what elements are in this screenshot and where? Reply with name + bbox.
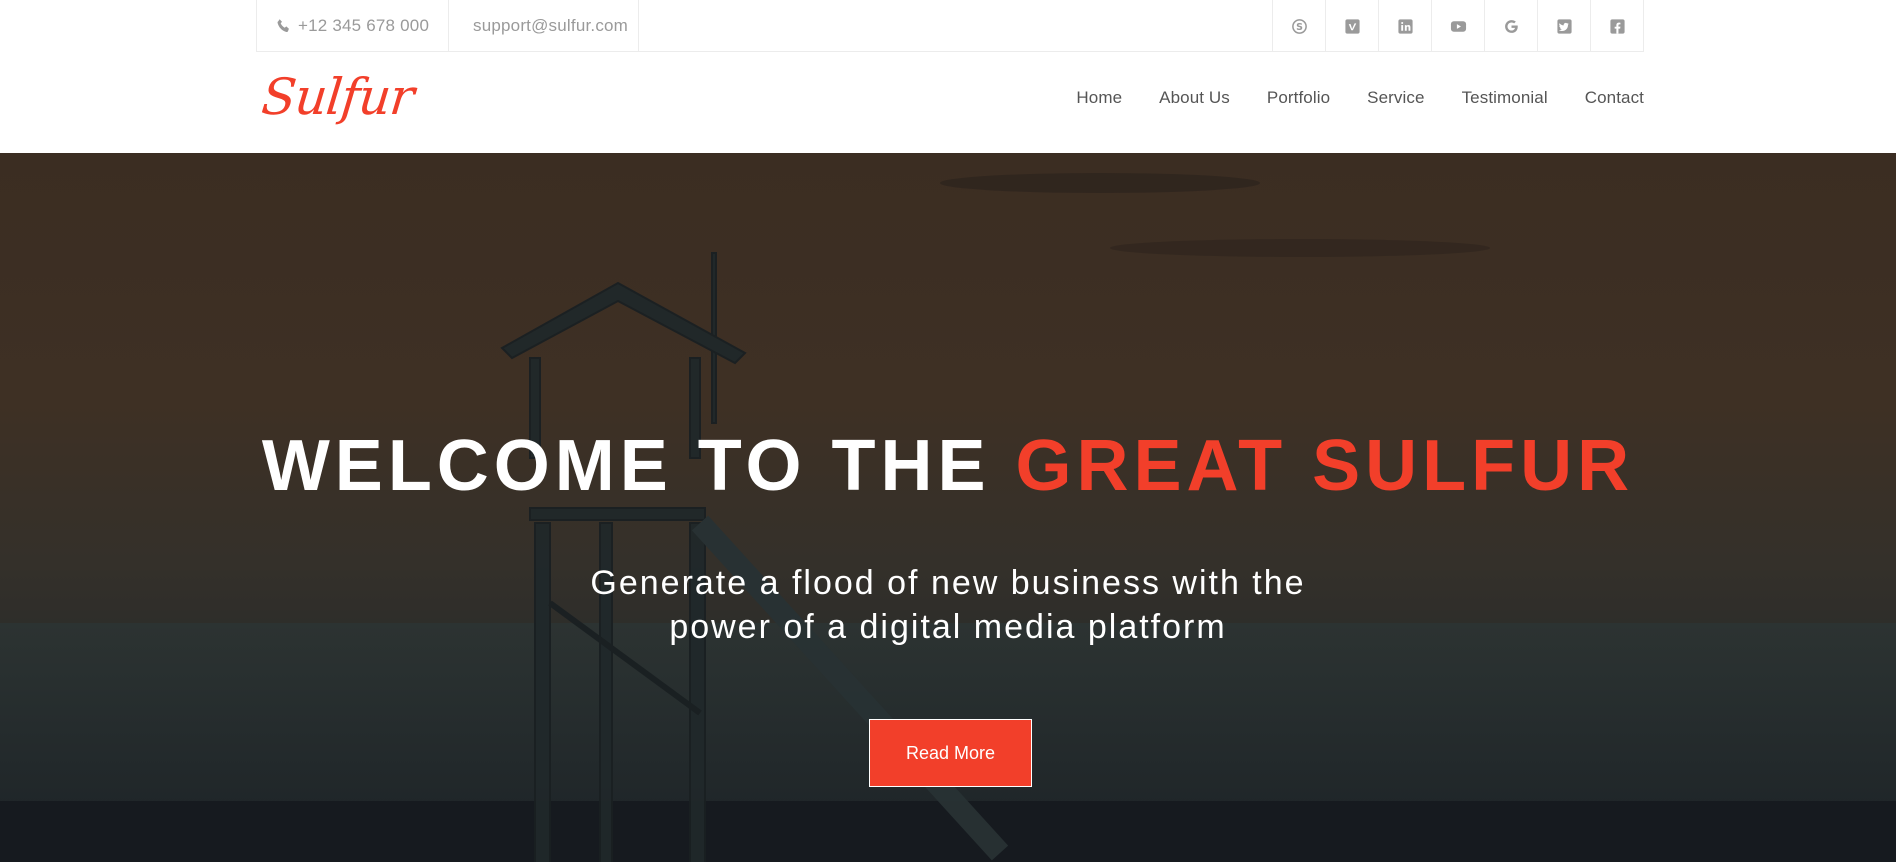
social-twitter[interactable] [1537, 0, 1590, 52]
skype-icon: S [1291, 18, 1307, 34]
social-facebook[interactable] [1590, 0, 1643, 52]
phone-number: +12 345 678 000 [298, 16, 430, 35]
social-vimeo[interactable] [1325, 0, 1378, 52]
youtube-icon [1450, 20, 1466, 32]
twitter-icon [1556, 18, 1572, 34]
nav-item-home[interactable]: Home [1076, 88, 1122, 108]
email-contact[interactable]: support@sulfur.com [449, 0, 639, 52]
social-youtube[interactable] [1431, 0, 1484, 52]
social-linkedin[interactable] [1378, 0, 1431, 52]
nav-item-portfolio[interactable]: Portfolio [1267, 88, 1330, 108]
svg-text:S: S [1296, 21, 1303, 32]
vimeo-icon [1344, 18, 1360, 34]
social-links: S [1272, 0, 1643, 52]
social-google[interactable] [1484, 0, 1537, 52]
social-skype[interactable]: S [1272, 0, 1325, 52]
facebook-icon [1609, 18, 1625, 34]
top-bar: +12 345 678 000 support@sulfur.com S [256, 0, 1644, 52]
phone-contact[interactable]: +12 345 678 000 [257, 0, 449, 52]
hero-subtitle-line-1: Generate a flood of new business with th… [590, 564, 1306, 602]
hero-title: WELCOME TO THE GREAT SULFUR [0, 425, 1896, 507]
hero-section: WELCOME TO THE GREAT SULFUR Generate a f… [0, 153, 1896, 862]
hero-title-plain: WELCOME TO THE [261, 426, 1016, 506]
hero-subtitle: Generate a flood of new business with th… [548, 561, 1348, 649]
site-logo[interactable]: Sulfur [259, 68, 416, 126]
site-header: Sulfur Home About Us Portfolio Service T… [0, 52, 1896, 153]
nav-item-testimonial[interactable]: Testimonial [1462, 88, 1548, 108]
nav-item-about-us[interactable]: About Us [1159, 88, 1230, 108]
hero-subtitle-line-2: power of a digital media platform [669, 608, 1227, 646]
nav-item-contact[interactable]: Contact [1585, 88, 1644, 108]
phone-icon [276, 18, 292, 34]
google-icon [1504, 19, 1518, 33]
linkedin-icon [1397, 18, 1413, 34]
read-more-button[interactable]: Read More [869, 719, 1032, 787]
main-nav: Home About Us Portfolio Service Testimon… [1039, 88, 1644, 108]
hero-title-accent: GREAT SULFUR [1015, 426, 1635, 506]
nav-item-service[interactable]: Service [1367, 88, 1424, 108]
email-address: support@sulfur.com [473, 16, 629, 35]
